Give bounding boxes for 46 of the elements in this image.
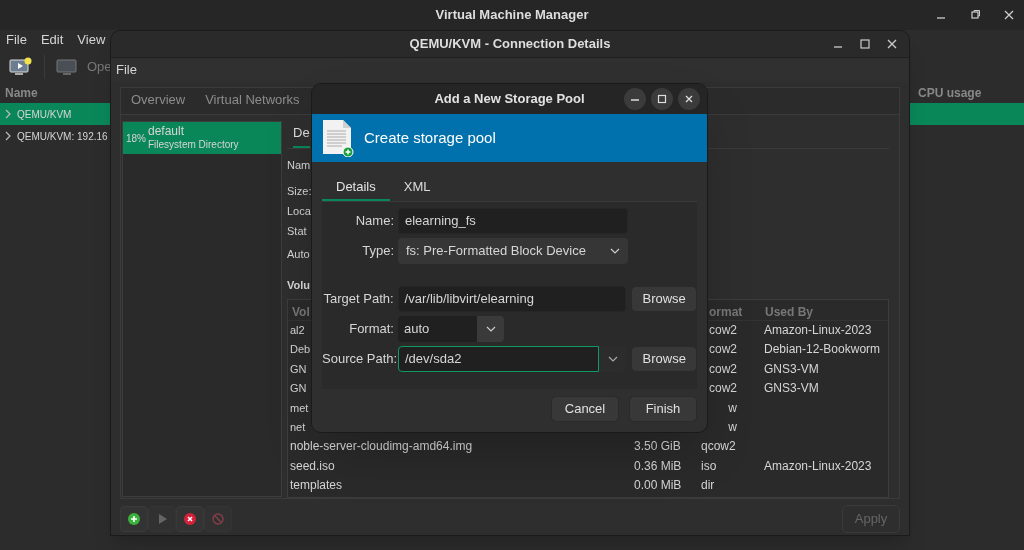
column-header: ormat	[709, 304, 743, 321]
table-cell-text: 0.00 MiB	[634, 477, 682, 495]
table-cell-text: w	[727, 399, 737, 417]
field-label: Nam	[287, 158, 311, 173]
window-title: Virtual Machine Manager	[435, 6, 589, 25]
column-header: CPU usage	[918, 85, 982, 102]
table-cell-text: w	[727, 418, 737, 436]
table-cell-text: qcow2	[701, 438, 736, 456]
field-label: Loca	[287, 204, 311, 219]
field-label: Format:	[348, 320, 394, 339]
table-cell-text: met	[290, 400, 309, 416]
column-header: Name	[5, 85, 38, 102]
table-cell-text: seed.iso	[290, 457, 335, 475]
table-cell-text: net	[290, 419, 306, 435]
field-label: Auto	[287, 247, 310, 262]
table-cell-text: 0.36 MiB	[634, 457, 682, 475]
table-cell-text: Amazon-Linux-2023	[764, 457, 872, 475]
table-cell-text: Amazon-Linux-2023	[764, 322, 872, 339]
column-header: Used By	[765, 304, 814, 321]
table-cell-text: cow2	[708, 341, 737, 359]
table-cell-text: Deb	[290, 342, 311, 358]
table-cell-text: cow2	[708, 380, 737, 398]
table-cell-text: GN	[290, 361, 307, 377]
table-cell-text: dir	[701, 477, 715, 495]
window-title: QEMU/KVM - Connection Details	[409, 35, 611, 54]
table-cell-text: GNS3-VM	[764, 380, 819, 398]
table-cell-text: cow2	[708, 360, 737, 378]
field-label: Type:	[361, 242, 394, 261]
table-cell-text: GNS3-VM	[764, 360, 819, 378]
field-label: Target Path:	[322, 290, 394, 309]
table-cell-text: cow2	[708, 322, 737, 339]
field-label: Size:	[287, 184, 312, 199]
dialog-title: Add a New Storage Pool	[434, 90, 585, 109]
field-label: Stat	[287, 224, 307, 239]
table-cell-text: al2	[290, 323, 305, 338]
table-cell-text: GN	[290, 381, 307, 397]
table-cell-text: Debian-12-Bookworm	[764, 341, 881, 359]
column-header: Vol	[292, 304, 310, 321]
table-cell-text: iso	[701, 457, 717, 475]
section-heading: Volu	[287, 278, 310, 293]
table-cell-text: 3.50 GiB	[634, 438, 681, 456]
field-label: Name:	[354, 212, 394, 231]
table-cell-text: templates	[290, 477, 343, 495]
table-cell-text: noble-server-cloudimg-amd64.img	[290, 438, 473, 456]
banner-title: Create storage pool	[364, 127, 496, 148]
field-label: Source Path:	[322, 350, 394, 369]
